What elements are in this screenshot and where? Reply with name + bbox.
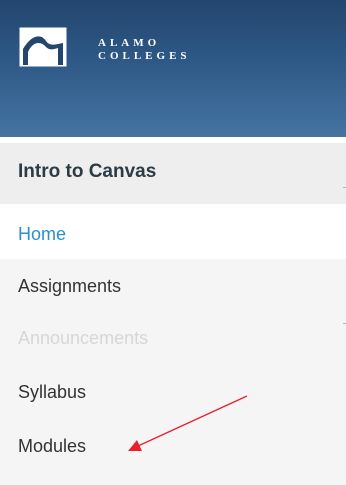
- institution-header: ALAMO COLLEGES: [0, 0, 346, 137]
- brand-line-colleges: COLLEGES: [98, 50, 191, 62]
- brand-name: ALAMO COLLEGES: [98, 37, 191, 63]
- brand-line-alamo: ALAMO: [98, 37, 161, 49]
- nav-item-home[interactable]: Home: [0, 209, 346, 259]
- course-title[interactable]: Intro to Canvas: [0, 143, 346, 204]
- nav-item-syllabus[interactable]: Syllabus: [0, 367, 346, 417]
- nav-item-assignments[interactable]: Assignments: [0, 261, 346, 311]
- nav-item-announcements: Announcements: [18, 328, 149, 348]
- canvas-course-sidebar: ALAMO COLLEGES Intro to Canvas Home Assi…: [0, 0, 346, 485]
- alamo-colleges-logo-icon[interactable]: [19, 27, 67, 67]
- course-navigation: Home Assignments Announcements Syllabus …: [0, 209, 346, 485]
- nav-item-modules[interactable]: Modules: [0, 421, 346, 471]
